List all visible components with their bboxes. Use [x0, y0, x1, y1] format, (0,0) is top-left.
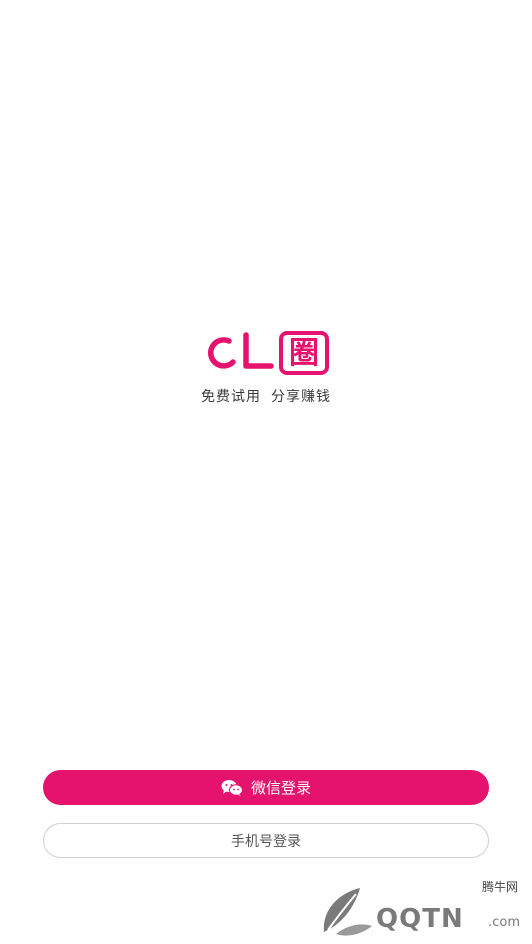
wechat-login-label: 微信登录 — [250, 779, 311, 797]
tagline: 免费试用 分享赚钱 — [0, 386, 532, 406]
app-logo: 圈 — [203, 329, 331, 379]
ol-quan-logo-icon: 圈 — [208, 331, 329, 375]
phone-login-button[interactable]: 手机号登录 — [43, 823, 489, 858]
tagline-left: 免费试用 — [201, 389, 261, 405]
tagline-right: 分享赚钱 — [271, 389, 331, 405]
wechat-icon — [221, 779, 243, 797]
logo-cjk-char: 圈 — [289, 336, 319, 371]
phone-login-label: 手机号登录 — [231, 833, 301, 850]
wechat-login-button[interactable]: 微信登录 — [43, 770, 489, 805]
watermark-brand: QQTN — [376, 904, 464, 934]
watermark-site-cn: 腾牛网 — [481, 880, 518, 894]
watermark-domain: .com — [488, 915, 520, 930]
watermark: 腾牛网 QQTN .com — [316, 878, 526, 938]
login-screen: 圈 免费试用 分享赚钱 微信登录 手机号登录 腾牛网 QQTN .com — [0, 0, 532, 944]
qqtn-leaf-logo-icon — [323, 888, 372, 936]
